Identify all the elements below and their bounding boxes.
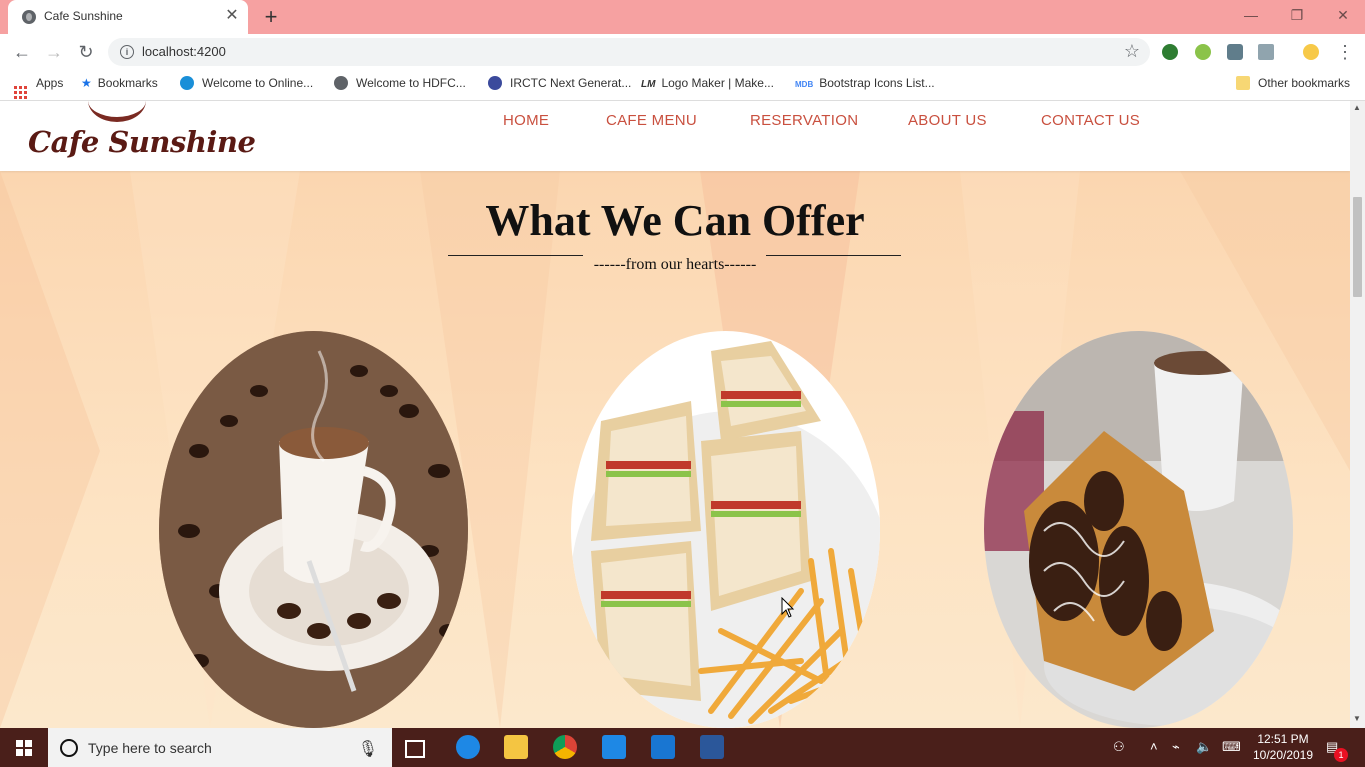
star-icon: ★ [81, 76, 92, 90]
section-subtitle: ------from our hearts------ [593, 256, 757, 273]
profile-avatar[interactable] [1303, 44, 1319, 60]
lm-icon: LM [641, 79, 656, 90]
nav-about-us[interactable]: ABOUT US [908, 112, 987, 129]
offer-image-waffles[interactable] [984, 331, 1293, 728]
word-icon[interactable] [700, 735, 724, 759]
site-header: Cafe Sunshine HOME CAFE MENU RESERVATION… [0, 101, 1350, 171]
extension-globe-icon[interactable] [1162, 44, 1178, 60]
nav-cafe-menu[interactable]: CAFE MENU [606, 112, 697, 129]
info-icon[interactable]: i [120, 45, 134, 59]
minimize-button[interactable]: — [1236, 4, 1266, 26]
offer-image-coffee[interactable] [159, 331, 468, 728]
offer-image-sandwich[interactable] [571, 331, 880, 728]
page-viewport: Cafe Sunshine HOME CAFE MENU RESERVATION… [0, 101, 1350, 728]
close-window-button[interactable]: ✕ [1328, 4, 1358, 26]
cortana-icon [60, 739, 78, 757]
search-placeholder[interactable]: Type here to search [88, 740, 212, 756]
extension-shield-icon[interactable] [1227, 44, 1243, 60]
clock-date: 10/20/2019 [1252, 748, 1314, 762]
folder-icon [1236, 76, 1250, 90]
microphone-icon[interactable]: 🎙 [358, 739, 378, 759]
scroll-thumb[interactable] [1353, 197, 1362, 297]
new-tab-button[interactable]: + [260, 5, 282, 29]
bookmarks-bar: Apps ★ Bookmarks Welcome to Online... Wel… [0, 70, 1365, 101]
close-tab-icon[interactable]: ✕ [223, 7, 241, 25]
browser-tab[interactable]: Cafe Sunshine ✕ [8, 0, 248, 34]
bookmark-bookmarks[interactable]: ★ Bookmarks [81, 76, 158, 90]
browser-titlebar: Cafe Sunshine ✕ + — ❐ ✕ [0, 0, 1365, 34]
extension-green-icon[interactable] [1195, 44, 1211, 60]
forward-arrow-icon[interactable]: → [43, 42, 65, 62]
bookmark-hdfc[interactable]: Welcome to HDFC... [334, 76, 466, 90]
tab-title: Cafe Sunshine [44, 9, 123, 23]
volume-icon[interactable]: 🔈 [1196, 739, 1212, 755]
section-title: What We Can Offer [485, 196, 865, 245]
menu-kebab-icon[interactable]: ⋮ [1334, 42, 1356, 62]
vscode-icon[interactable] [651, 735, 675, 759]
url-text[interactable]: localhost:4200 [142, 44, 226, 59]
waffles-coffee-image [984, 331, 1293, 728]
system-clock[interactable]: 12:51 PM 10/20/2019 [1246, 731, 1320, 763]
mouse-cursor-icon [781, 597, 795, 618]
bookmark-star-icon[interactable]: ☆ [1124, 41, 1140, 62]
logo-swirl-icon [88, 101, 146, 122]
notification-count-badge: 1 [1334, 748, 1348, 762]
chevron-up-icon[interactable]: ˄ [1150, 739, 1158, 754]
bookmark-irctc[interactable]: IRCTC Next Generat... [488, 76, 631, 90]
bookmark-apps[interactable]: Apps [14, 76, 63, 99]
globe-blue-icon [180, 76, 194, 90]
page-scrollbar[interactable]: ▲ ▼ [1350, 101, 1365, 728]
edge-browser-icon[interactable] [456, 735, 480, 759]
chrome-icon[interactable] [553, 735, 577, 759]
people-icon[interactable]: ⚇ [1113, 739, 1125, 755]
bookmark-bootstrap-icons[interactable]: MDB Bootstrap Icons List... [795, 76, 935, 90]
apps-grid-icon [14, 86, 27, 99]
browser-toolbar: ← → ↻ i localhost:4200 ☆ ⋮ [0, 34, 1365, 70]
address-bar[interactable]: i localhost:4200 ☆ [108, 38, 1150, 66]
scroll-up-icon[interactable]: ▲ [1353, 103, 1361, 112]
restore-button[interactable]: ❐ [1282, 4, 1312, 26]
keyboard-icon[interactable]: ⌨ [1222, 739, 1241, 755]
irctc-icon [488, 76, 502, 90]
clock-time: 12:51 PM [1257, 732, 1309, 746]
back-arrow-icon[interactable]: ← [11, 42, 33, 62]
site-logo[interactable]: Cafe Sunshine [28, 125, 256, 159]
file-explorer-icon[interactable] [504, 735, 528, 759]
globe-icon [22, 10, 36, 24]
store-icon[interactable] [602, 735, 626, 759]
windows-logo-icon [16, 740, 32, 756]
extension-image-icon[interactable] [1258, 44, 1274, 60]
network-icon[interactable]: ⌁ [1172, 739, 1180, 755]
bookmark-logo-maker[interactable]: LM Logo Maker | Make... [641, 76, 774, 90]
windows-taskbar: Type here to search 🎙 ⚇ ˄ ⌁ 🔈 ⌨ 12:51 PM… [0, 728, 1365, 767]
sandwich-fries-image [571, 331, 880, 728]
offer-section: What We Can Offer ------from our hearts-… [0, 171, 1350, 728]
nav-home[interactable]: HOME [503, 112, 549, 129]
task-view-icon[interactable] [405, 740, 425, 758]
nav-contact-us[interactable]: CONTACT US [1041, 112, 1140, 129]
scroll-down-icon[interactable]: ▼ [1353, 714, 1361, 723]
bookmark-online[interactable]: Welcome to Online... [180, 76, 313, 90]
nav-reservation[interactable]: RESERVATION [750, 112, 858, 129]
globe-icon [334, 76, 348, 90]
start-button[interactable] [0, 728, 48, 767]
bookmark-other[interactable]: Other bookmarks [1236, 76, 1350, 90]
taskbar-search[interactable]: Type here to search 🎙 [48, 728, 392, 767]
mdb-icon: MDB [795, 80, 814, 89]
reload-icon[interactable]: ↻ [75, 42, 97, 62]
coffee-cup-image [159, 331, 468, 728]
